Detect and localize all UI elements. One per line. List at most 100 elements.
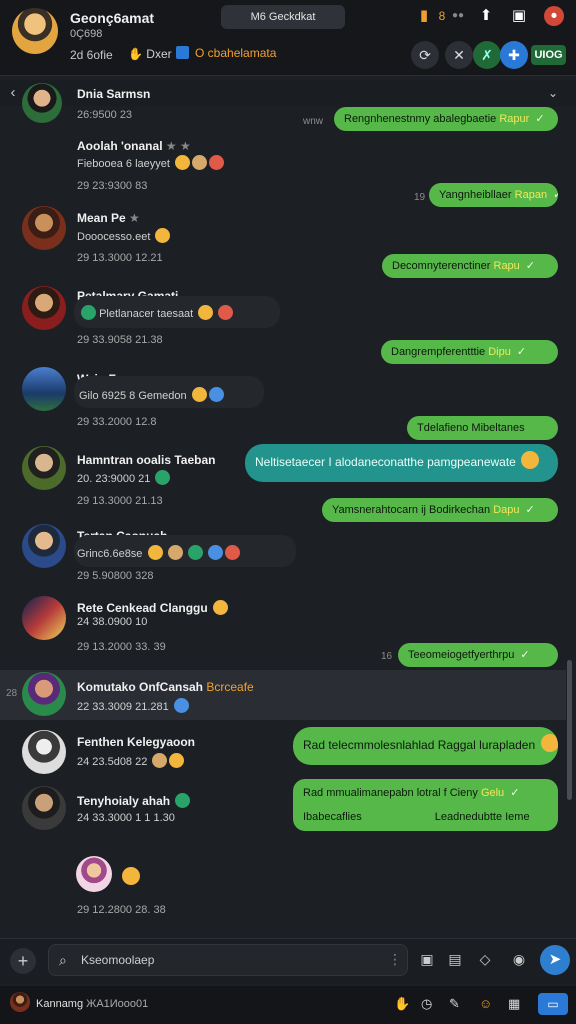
profile-meta-2: ✋ Dxer (128, 47, 172, 61)
emoji-icon (167, 545, 183, 560)
message-time: 29 12.2800 28. 38 (77, 904, 166, 916)
profile-avatar[interactable] (12, 8, 58, 54)
emoji-icon (540, 734, 558, 752)
avatar[interactable] (22, 286, 66, 330)
avatar[interactable] (22, 367, 66, 411)
emoji-icon (213, 600, 229, 615)
profile-status: 0Ç698 (70, 28, 103, 40)
up-arrow-icon[interactable]: ⬆ (476, 6, 496, 26)
emoji-icon (175, 793, 191, 808)
emoji-icon (155, 228, 171, 243)
avatar[interactable] (22, 83, 62, 123)
sender-name[interactable]: Tenyhoialy ahah (77, 793, 191, 808)
sender-name[interactable]: Hamntran ooalis Taeban (77, 453, 215, 467)
emoji-icon (175, 155, 191, 170)
pen-icon[interactable]: ✎ (449, 996, 460, 1012)
user-avatar[interactable] (10, 992, 30, 1012)
star-icon: ★ ★ (165, 139, 191, 153)
gift-icon[interactable]: ▮ (414, 6, 434, 26)
sender-name[interactable]: Komutako OnfCansah Bcrceafe (77, 680, 254, 694)
avatar[interactable] (22, 730, 66, 774)
side-label: wnw (303, 116, 324, 127)
mic-icon[interactable]: ◉ (508, 948, 530, 970)
avatar[interactable] (22, 786, 66, 830)
hand-icon[interactable]: ✋ (394, 996, 410, 1012)
emoji-icon (152, 753, 168, 768)
message-preview: Dooocesso.eet (77, 228, 171, 243)
emoji-icon (191, 387, 207, 402)
sent-bubble[interactable]: Decomnyterenctiner Rapu ✓ (382, 254, 558, 278)
sent-bubble[interactable]: Yamsnerahtocarn ij Bodirkechan Dapu ✓ (322, 498, 558, 522)
more-icon[interactable]: ⋮ (384, 948, 406, 970)
sender-name[interactable]: Rete Cenkead Clanggu (77, 600, 229, 615)
sender-name[interactable]: Aoolah 'onanal ★ ★ (77, 139, 191, 153)
send-button[interactable]: ➤ (540, 945, 570, 975)
sent-bubble[interactable]: Dangrempferentttie Dipu ✓ (381, 340, 558, 364)
profile-meta-3: O cbahelamata (176, 46, 276, 60)
message-time: 29 13.3000 12.21 (77, 252, 163, 264)
avatar[interactable] (22, 596, 66, 640)
profile-name[interactable]: Geonç6amat (70, 10, 154, 26)
sent-bubble[interactable]: Neltisetaecer I alodaneconatthe pamgpean… (245, 444, 558, 482)
hand-icon: ✋ (128, 47, 143, 61)
emoji-icon (224, 545, 240, 560)
sent-bubble[interactable]: Rengnhenestnmy abalegbaetie Rapur ✓ (334, 107, 558, 131)
header-chip[interactable]: UIOG (531, 45, 566, 65)
emoji-icon (173, 698, 189, 713)
record-icon[interactable]: ⏺ (544, 6, 564, 26)
header-pill-button[interactable]: M6 Geckdkat (221, 5, 345, 29)
message-time: 26:9500 23 (77, 109, 133, 121)
grid-icon[interactable]: ▦ (508, 996, 520, 1012)
message-time: 29 13.3000 21.13 (77, 495, 163, 507)
message-preview: 20. 23:9000 21 (77, 470, 171, 485)
dots-icon[interactable]: ●● (448, 6, 468, 26)
sent-bubble[interactable]: Tdelafieno Mibeltanes (407, 416, 558, 440)
sender-name[interactable]: Fenthen Kelegyaoon (77, 735, 195, 749)
message-time: 29 5.90800 328 (77, 570, 154, 582)
avatar[interactable] (22, 446, 66, 490)
refresh-icon[interactable]: ⟳ (411, 41, 439, 69)
emoji-icon (169, 753, 185, 768)
excel-icon[interactable]: ✗ (473, 41, 501, 69)
app-icon[interactable]: ✚ (500, 41, 528, 69)
check-icon: ✓ (516, 346, 527, 358)
sender-name[interactable]: Mean Pe ★ (77, 211, 140, 225)
check-icon: ✓ (525, 260, 536, 272)
chat-app: Geonç6amat 0Ç698 2d 6ofie ✋ Dxer O cbahe… (0, 0, 576, 1024)
message-input[interactable]: ⌕ Kseomoolaep (48, 944, 408, 976)
avatar[interactable] (76, 856, 112, 892)
sticker-icon[interactable]: ◇ (474, 948, 496, 970)
sender-name[interactable]: Dnia Sarmsn (77, 87, 150, 101)
top-bar: Geonç6amat 0Ç698 2d 6ofie ✋ Dxer O cbahe… (0, 0, 576, 76)
search-icon: ⌕ (59, 952, 67, 968)
add-attachment-button[interactable]: + (10, 948, 36, 974)
avatar[interactable] (22, 672, 66, 716)
avatar[interactable] (22, 206, 66, 250)
square-icon (176, 46, 189, 59)
sent-bubble[interactable]: Rad telecmmolesnlahlad Raggal lurapladen (293, 727, 558, 765)
menu-button[interactable]: ▭ (538, 993, 568, 1015)
message-preview: Fiebooea 6 laeyyet (77, 155, 225, 170)
check-icon: ✓ (535, 113, 545, 125)
side-label: 19 (414, 192, 426, 203)
emoji-icon (147, 545, 163, 560)
bottom-user[interactable]: Kannamg ЖА1Иооо01 (36, 998, 148, 1010)
image-icon[interactable]: ▣ (416, 948, 438, 970)
message-time: 29 33.2000 12.8 (77, 416, 157, 428)
clock-icon[interactable]: ◷ (421, 996, 432, 1012)
emoji-icon (521, 451, 540, 469)
tools-icon[interactable]: ✕ (445, 41, 473, 69)
sent-bubble[interactable]: Yangnheibllaer Rapan ✓ (429, 183, 558, 207)
emoji-icon (209, 155, 225, 170)
chevron-down-icon[interactable]: ⌄ (543, 83, 563, 103)
scrollbar[interactable] (567, 660, 572, 800)
gif-icon[interactable]: ▤ (444, 948, 466, 970)
back-icon[interactable]: ‹ (3, 83, 23, 103)
sent-bubble[interactable]: Rad mmualimanepabn lotral f Cieny Gelu ✓ I… (293, 779, 558, 831)
emoji-icon[interactable]: ☺ (479, 996, 492, 1011)
emoji-icon (218, 305, 234, 320)
avatar[interactable] (22, 524, 66, 568)
emoji-icon (198, 305, 214, 320)
stop-icon[interactable]: ▣ (509, 6, 529, 26)
sent-bubble[interactable]: Teeomeiogetfyerthrpu ✓ (398, 643, 558, 667)
